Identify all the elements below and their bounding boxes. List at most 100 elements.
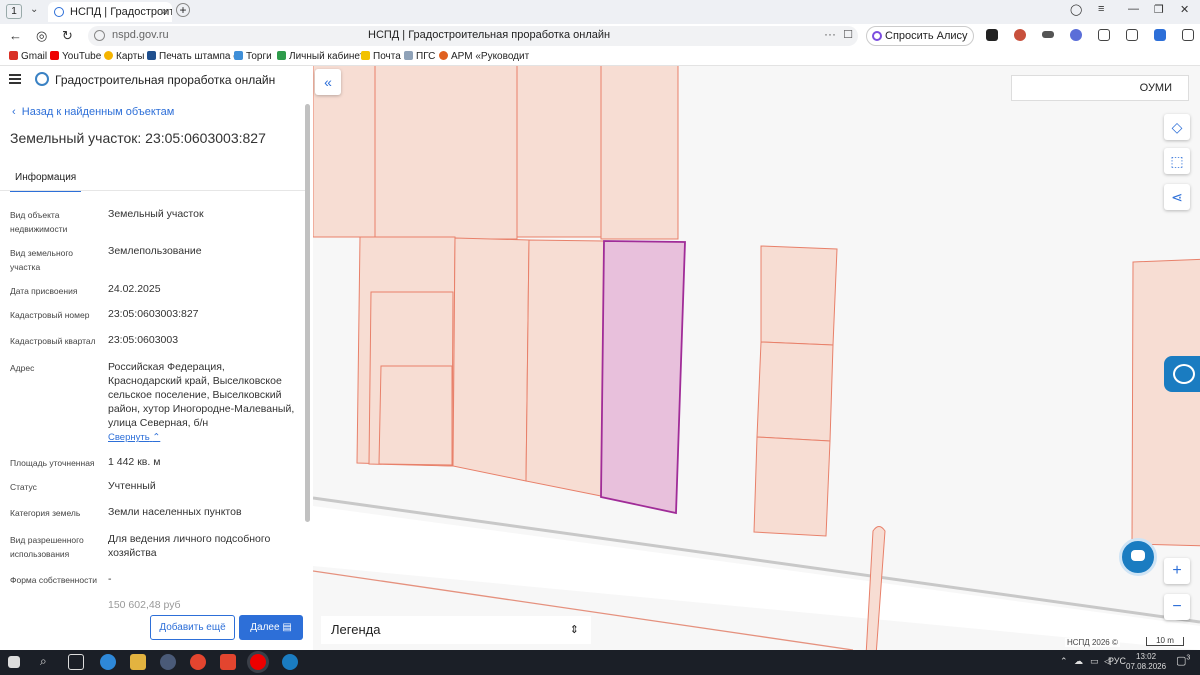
- edge-icon[interactable]: [100, 654, 116, 670]
- collapse-link[interactable]: Свернуть ⌃: [108, 432, 160, 443]
- url-field[interactable]: nspd.gov.ru НСПД | Градостроительная про…: [88, 26, 858, 46]
- tab-title: НСПД | Градостроитель: [70, 6, 172, 18]
- layers-button[interactable]: ◇: [1164, 114, 1190, 140]
- minimize-icon[interactable]: —: [1128, 3, 1139, 15]
- land-parcel[interactable]: [374, 66, 518, 240]
- hamburger-menu-icon[interactable]: [9, 74, 21, 84]
- bookmark-cabinet[interactable]: Личный кабинет: [277, 51, 364, 62]
- back-to-results-link[interactable]: ‹ Назад к найденным объектам: [12, 106, 174, 118]
- restore-icon[interactable]: ❐: [1154, 3, 1164, 16]
- map-canvas[interactable]: [313, 66, 1200, 650]
- land-parcel[interactable]: [452, 237, 530, 482]
- system-clock[interactable]: 13:02 07.08.2026: [1126, 652, 1166, 672]
- collapse-panel-button[interactable]: «: [315, 69, 341, 95]
- network-icon[interactable]: ▭: [1090, 656, 1099, 667]
- next-button[interactable]: Далее ▤: [239, 615, 303, 640]
- select-area-button[interactable]: ⬚: [1164, 148, 1190, 174]
- ask-alice-button[interactable]: Спросить Алису AI: [866, 26, 974, 60]
- screenshot-icon[interactable]: [1126, 29, 1138, 41]
- land-parcel[interactable]: [516, 66, 602, 238]
- zoom-in-button[interactable]: +: [1164, 558, 1190, 584]
- bookmark-arm[interactable]: АРМ «Руководит: [439, 51, 529, 62]
- legend-toggle[interactable]: Легенда ⇕: [321, 616, 591, 644]
- tab-list-chevron-icon[interactable]: ⌄: [30, 4, 38, 15]
- task-view-icon[interactable]: [68, 654, 84, 670]
- field-label: Категория земель: [10, 508, 81, 518]
- bookmark-gmail[interactable]: Gmail: [9, 51, 47, 62]
- extension-icon[interactable]: [1154, 29, 1166, 41]
- chevron-up-icon: ⌃: [152, 432, 161, 443]
- tab-counter[interactable]: 1: [6, 4, 22, 19]
- close-tab-icon[interactable]: ×: [162, 2, 168, 22]
- zoom-out-button[interactable]: −: [1164, 594, 1190, 620]
- extension-icon[interactable]: [1042, 31, 1054, 38]
- field-value: Земельный участок: [108, 208, 204, 220]
- app-icon[interactable]: [160, 654, 176, 670]
- land-parcel[interactable]: [1131, 258, 1200, 547]
- land-parcel[interactable]: [378, 365, 453, 466]
- download-icon[interactable]: [1182, 29, 1194, 41]
- search-icon[interactable]: ⌕: [40, 654, 47, 669]
- selected-parcel-23-05-0603003-827[interactable]: [600, 240, 686, 515]
- close-window-icon[interactable]: ✕: [1180, 3, 1189, 16]
- profile-icon[interactable]: ◯: [1070, 3, 1082, 16]
- land-parcel[interactable]: [753, 436, 831, 537]
- bookmark-icon[interactable]: ☐: [843, 28, 853, 41]
- new-tab-button[interactable]: +: [176, 3, 190, 17]
- layer-select[interactable]: ОУМИ: [1011, 75, 1189, 101]
- cadastral-map[interactable]: « ОУМИ ◇ ⬚ ⋖ + − Легенда ⇕ НСПД 2026 © 1…: [313, 66, 1200, 650]
- shield-icon[interactable]: ◎: [36, 28, 47, 44]
- add-more-button[interactable]: Добавить ещё: [150, 615, 235, 640]
- app-logo-icon: [35, 72, 49, 86]
- site-info-icon[interactable]: [94, 30, 105, 41]
- browser-tab-bar: 1 ⌄ НСПД | Градостроитель × + ◯ ≡ — ❐ ✕: [0, 0, 1200, 24]
- extensions-puzzle-icon[interactable]: [1098, 29, 1110, 41]
- yandex-browser-icon[interactable]: [250, 654, 266, 670]
- reload-icon[interactable]: ↻: [62, 28, 73, 44]
- field-label: Вид объекта недвижимости: [10, 210, 68, 234]
- cloud-icon[interactable]: ☁: [1074, 656, 1083, 667]
- url-text: nspd.gov.ru: [112, 29, 169, 41]
- extension-icon[interactable]: [986, 29, 998, 41]
- explorer-icon[interactable]: [130, 654, 146, 670]
- share-button[interactable]: ⋖: [1164, 184, 1190, 210]
- feedback-side-button[interactable]: [1164, 356, 1200, 392]
- back-arrow-icon[interactable]: ←: [9, 28, 22, 43]
- bookmark-torgi[interactable]: Торги: [234, 51, 272, 62]
- tray-lang[interactable]: РУС: [1108, 656, 1126, 666]
- start-icon[interactable]: [8, 656, 20, 668]
- land-parcel[interactable]: [600, 66, 679, 240]
- extension-icon[interactable]: [1070, 29, 1082, 41]
- app-header: Градостроительная проработка онлайн: [0, 66, 313, 94]
- map-scale-bar: 10 m: [1146, 637, 1184, 646]
- field-label: Адрес: [10, 363, 35, 373]
- field-label: Дата присвоения: [10, 286, 78, 296]
- share-icon: ⋖: [1171, 189, 1183, 205]
- menu-icon[interactable]: ≡: [1098, 3, 1104, 15]
- bookmark-maps[interactable]: Карты: [104, 51, 145, 62]
- bookmark-pgs[interactable]: ПГС: [404, 51, 435, 62]
- more-dots-icon[interactable]: ···: [824, 27, 836, 41]
- bookmarks-bar: Gmail YouTube Карты Печать штампа с Торг…: [0, 48, 1200, 66]
- land-parcel[interactable]: [756, 341, 834, 442]
- object-info-panel: Градостроительная проработка онлайн ‹ На…: [0, 66, 313, 650]
- chrome-icon[interactable]: [190, 654, 206, 670]
- land-parcel[interactable]: [525, 239, 605, 497]
- field-label: Площадь уточненная: [10, 458, 95, 468]
- bookmark-youtube[interactable]: YouTube: [50, 51, 101, 62]
- yandex-icon[interactable]: [220, 654, 236, 670]
- land-parcel[interactable]: [760, 245, 838, 346]
- tray-chevron-icon[interactable]: ⌃: [1060, 656, 1068, 667]
- app-icon[interactable]: [282, 654, 298, 670]
- bookmark-mail[interactable]: Почта: [361, 51, 401, 62]
- cadastral-value-partial: 150 602,48 руб: [108, 599, 181, 611]
- extension-icon[interactable]: [1014, 29, 1026, 41]
- chat-assistant-button[interactable]: [1119, 538, 1157, 576]
- select-area-icon: ⬚: [1170, 153, 1184, 169]
- tab-nspd[interactable]: НСПД | Градостроитель ×: [48, 2, 172, 22]
- page-title-text: НСПД | Градостроительная проработка онла…: [368, 29, 611, 41]
- notifications-icon[interactable]: ▢3: [1176, 654, 1190, 667]
- bookmark-stamp[interactable]: Печать штампа с: [147, 51, 238, 62]
- panel-scrollbar[interactable]: [305, 104, 310, 522]
- tab-information[interactable]: Информация: [10, 170, 82, 192]
